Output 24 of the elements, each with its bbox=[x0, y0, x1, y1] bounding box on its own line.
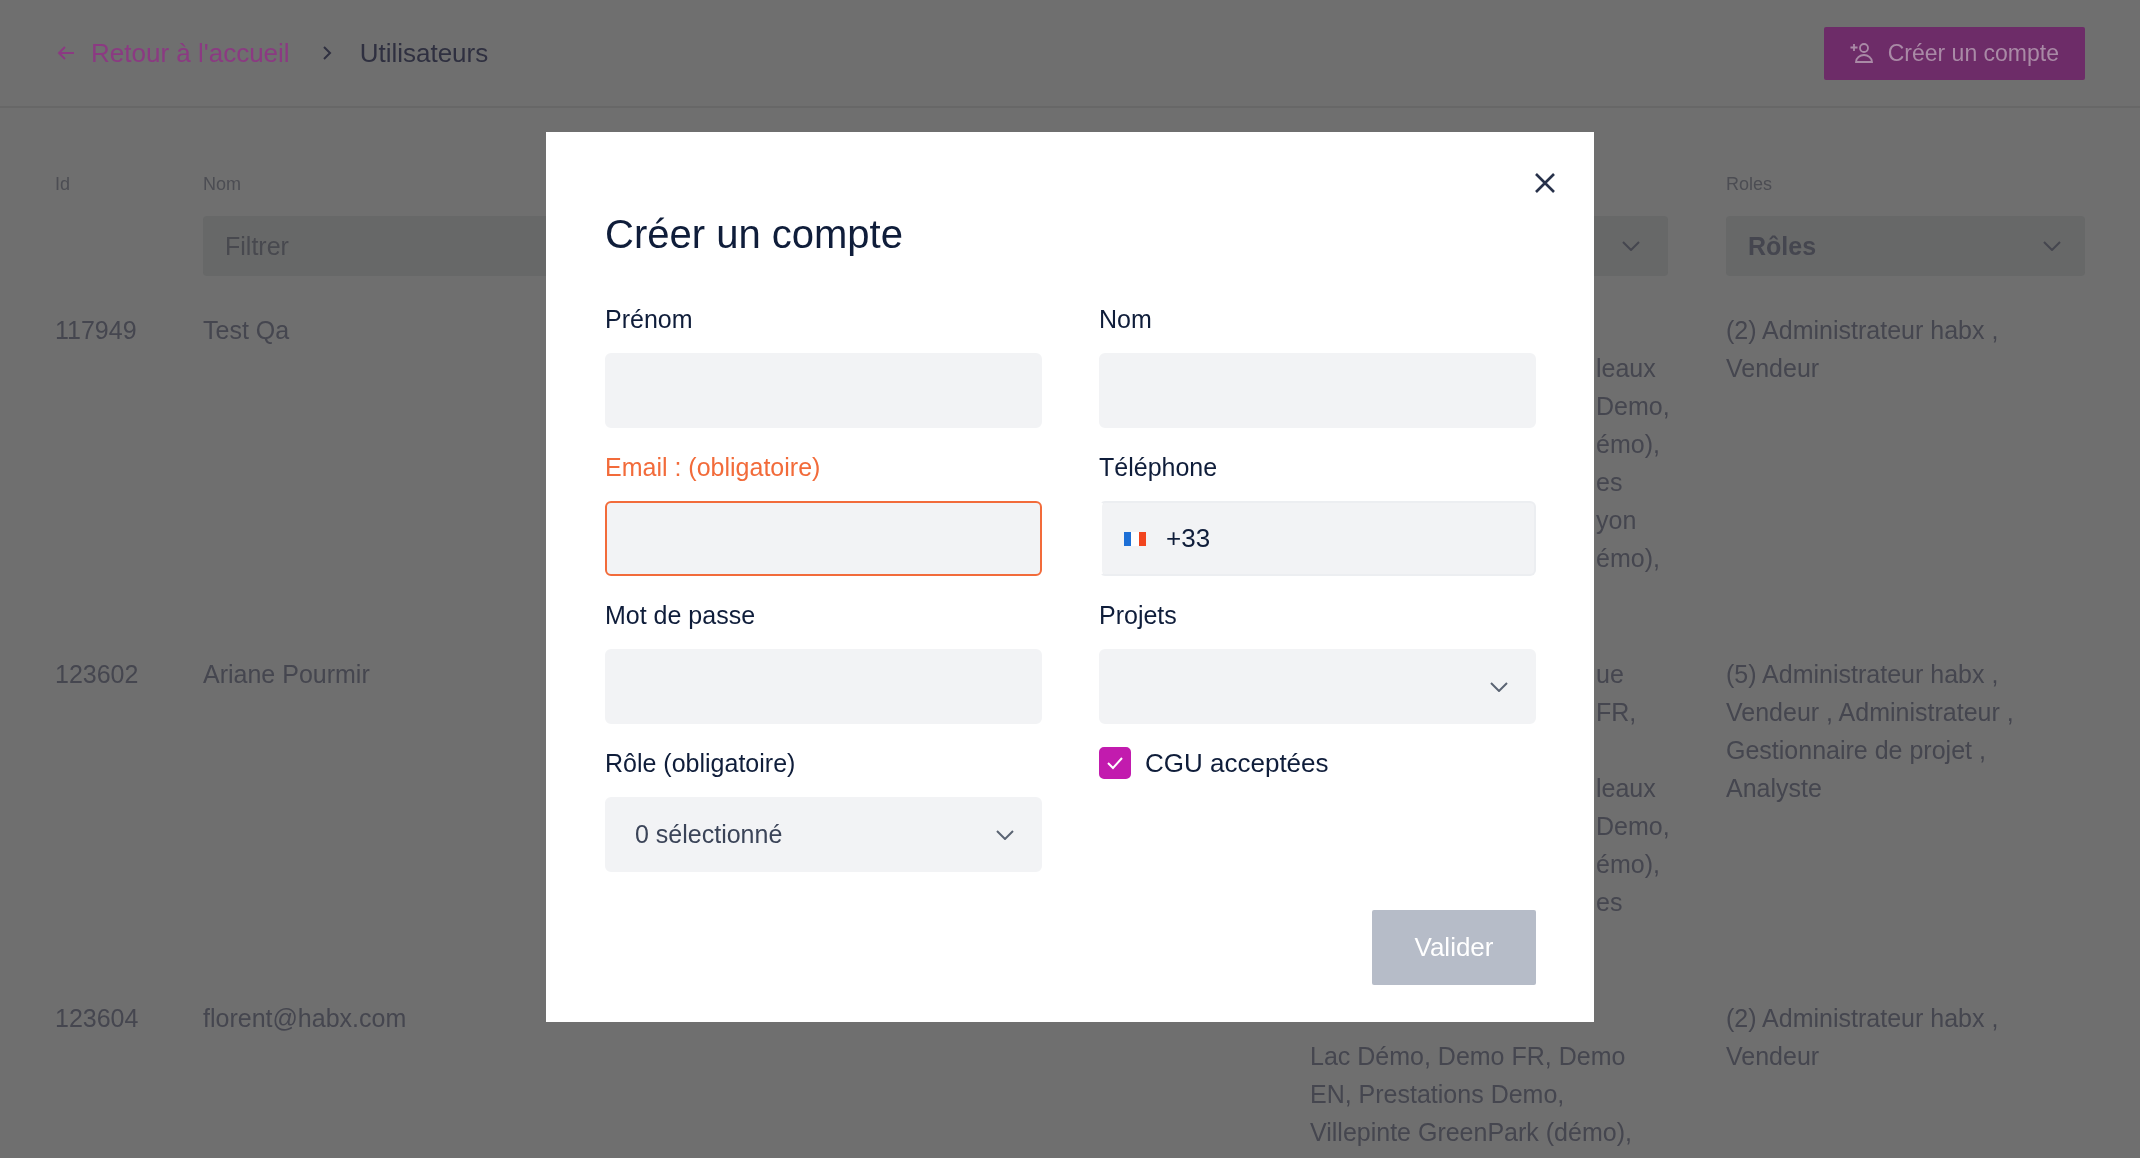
chevron-down-icon bbox=[2043, 241, 2061, 251]
breadcrumb-current: Utilisateurs bbox=[359, 37, 489, 69]
add-user-icon bbox=[1849, 42, 1874, 64]
phone-field[interactable]: +33 bbox=[1099, 501, 1536, 576]
field-label: Téléphone bbox=[1099, 452, 1218, 482]
field-label: Email : (obligatoire) bbox=[605, 452, 821, 482]
create-account-button[interactable]: Créer un compte bbox=[1823, 26, 2085, 80]
field-label: Mot de passe bbox=[605, 600, 756, 630]
check-icon bbox=[1106, 756, 1124, 770]
chevron-right-icon bbox=[321, 45, 332, 61]
checkbox-label: CGU acceptées bbox=[1145, 747, 1329, 779]
chevron-down-icon bbox=[996, 829, 1014, 840]
chevron-down-icon bbox=[1490, 681, 1508, 692]
select-dropdown[interactable] bbox=[1099, 649, 1536, 724]
input-field[interactable] bbox=[605, 501, 1042, 576]
chevron-down-icon bbox=[1622, 241, 1640, 251]
field-label: Nom bbox=[1099, 304, 1152, 334]
flag-icon bbox=[1124, 531, 1146, 546]
field-label: Projets bbox=[1099, 600, 1177, 630]
back-arrow-icon bbox=[57, 45, 75, 61]
checkbox[interactable] bbox=[1099, 747, 1131, 779]
field-label: Prénom bbox=[605, 304, 693, 334]
field-label: Rôle (obligatoire) bbox=[605, 748, 796, 778]
select-dropdown[interactable]: 0 sélectionné bbox=[605, 797, 1042, 872]
